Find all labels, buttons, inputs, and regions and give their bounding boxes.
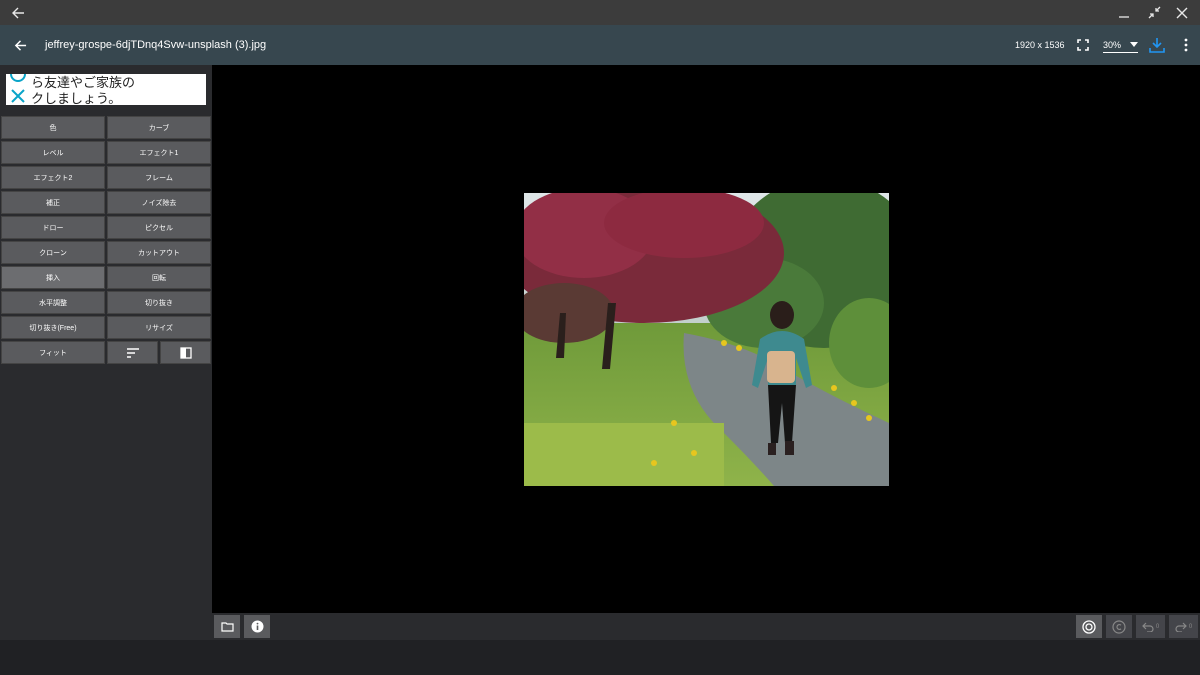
tool-rotate[interactable]: 回転: [107, 266, 211, 289]
tool-crop[interactable]: 切り抜き: [107, 291, 211, 314]
window-restore-button[interactable]: [1140, 0, 1168, 25]
window-close-button[interactable]: [1168, 0, 1196, 25]
minimize-icon: [1119, 15, 1129, 18]
fullscreen-icon: [1077, 39, 1089, 51]
info-icon: [251, 620, 263, 633]
sort-button[interactable]: [107, 341, 158, 364]
ad-banner[interactable]: ら友達やご家族の クしましょう。: [6, 74, 206, 105]
app-toolbar: jeffrey-grospe-6djTDnq4Svw-unsplash (3).…: [0, 25, 1200, 65]
copyright-button[interactable]: [1106, 615, 1132, 638]
tool-effect1[interactable]: エフェクト1: [107, 141, 211, 164]
download-icon: [1149, 38, 1165, 53]
undo-button[interactable]: 0: [1136, 615, 1165, 638]
zoom-dropdown[interactable]: 30%: [1103, 37, 1138, 53]
window-back-button[interactable]: [4, 0, 32, 25]
undo-count: 0: [1155, 623, 1160, 630]
fullscreen-button[interactable]: [1072, 34, 1094, 56]
target-icon: [1082, 619, 1096, 634]
redo-icon: [1175, 622, 1187, 632]
focus-button[interactable]: [1076, 615, 1102, 638]
compare-button[interactable]: [160, 341, 211, 364]
info-button[interactable]: [244, 615, 270, 638]
redo-button[interactable]: 0: [1169, 615, 1198, 638]
sort-icon: [126, 347, 139, 358]
arrow-left-icon: [14, 39, 26, 51]
photo-image: [524, 193, 889, 486]
zoom-value: 30%: [1103, 39, 1122, 50]
ad-choices-icon: [10, 74, 26, 82]
file-title: jeffrey-grospe-6djTDnq4Svw-unsplash (3).…: [45, 39, 267, 51]
close-icon: [1176, 7, 1188, 18]
open-folder-button[interactable]: [214, 615, 240, 638]
tool-cutout[interactable]: カットアウト: [107, 241, 211, 264]
tool-level-horizon[interactable]: 水平調整: [1, 291, 105, 314]
tools-sidebar: ら友達やご家族の クしましょう。 色 カーブ レベル エフェクト1 エフェクト2…: [0, 65, 212, 640]
tool-denoise[interactable]: ノイズ除去: [107, 191, 211, 214]
window-minimize-button[interactable]: [1110, 0, 1138, 25]
more-vertical-icon: [1184, 38, 1188, 52]
window-title-bar: [0, 0, 1200, 25]
image-dimensions: 1920 x 1536: [1015, 40, 1065, 50]
copyright-icon: [1112, 619, 1126, 634]
tool-effect2[interactable]: エフェクト2: [1, 166, 105, 189]
caret-down-icon: [1130, 41, 1138, 47]
redo-count: 0: [1188, 623, 1193, 630]
edited-photo[interactable]: [524, 193, 889, 486]
footer-area: [0, 640, 1200, 675]
tool-correction[interactable]: 補正: [1, 191, 105, 214]
tool-crop-free[interactable]: 切り抜き(Free): [1, 316, 105, 339]
tool-fit[interactable]: フィット: [1, 341, 105, 364]
tool-clone[interactable]: クローン: [1, 241, 105, 264]
arrow-left-icon: [12, 7, 24, 18]
tool-resize[interactable]: リサイズ: [107, 316, 211, 339]
close-icon[interactable]: [10, 88, 26, 104]
back-button[interactable]: [6, 31, 34, 59]
download-button[interactable]: [1146, 34, 1168, 56]
tool-color[interactable]: 色: [1, 116, 105, 139]
tool-level[interactable]: レベル: [1, 141, 105, 164]
tool-frame[interactable]: フレーム: [107, 166, 211, 189]
more-menu-button[interactable]: [1176, 34, 1196, 56]
bottom-toolbar: 0 0: [212, 613, 1200, 640]
undo-icon: [1141, 622, 1154, 632]
tool-pixel[interactable]: ピクセル: [107, 216, 211, 239]
tool-insert[interactable]: 挿入: [1, 266, 105, 289]
tool-curve[interactable]: カーブ: [107, 116, 211, 139]
split-view-icon: [179, 346, 192, 359]
ad-text-line1: ら友達やご家族の: [31, 75, 136, 90]
shrink-icon: [1148, 6, 1160, 19]
tool-draw[interactable]: ドロー: [1, 216, 105, 239]
ad-text-line2: クしましょう。: [31, 91, 122, 105]
folder-icon: [220, 622, 234, 632]
